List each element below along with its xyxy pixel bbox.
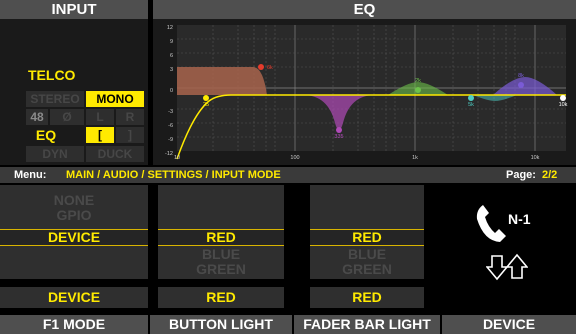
eq-panel: 12 9 6 3 0 -3 -6 -9 -12 10 100 1k 10k 6k 25 335 2k 5k 8k 1… [153, 19, 576, 165]
button-light-button[interactable]: BUTTON LIGHT [150, 315, 292, 334]
eq-graph[interactable]: 12 9 6 3 0 -3 -6 -9 -1210 100 1k 10k 6k 25 335 2k 5k 8k 1… [153, 19, 576, 165]
option-gpio[interactable]: GPIO [0, 208, 148, 223]
eq-band-point[interactable] [203, 95, 209, 101]
menu-path: MAIN / AUDIO / SETTINGS / INPUT MODE [66, 169, 281, 181]
phone-icon [476, 205, 506, 242]
y-tick-label: 6 [170, 53, 173, 59]
y-tick-label: -6 [168, 123, 173, 129]
x-tick-label: 10k [531, 155, 540, 161]
button-light-column[interactable]: RED BLUE GREEN RED BUTTON LIGHT [150, 185, 292, 334]
option-red[interactable]: RED [310, 229, 424, 246]
y-tick-label: -3 [168, 109, 173, 115]
f1-mode-column[interactable]: NONE GPIO DEVICE DEVICE F1 MODE [0, 185, 148, 334]
menu-bar: Menu: MAIN / AUDIO / SETTINGS / INPUT MO… [0, 167, 576, 183]
dyn-button[interactable]: DYN [26, 146, 84, 162]
eq-band-label: 2k [415, 78, 421, 84]
option-blue[interactable]: BLUE [158, 247, 284, 262]
button-light-list[interactable]: RED BLUE GREEN [158, 185, 284, 279]
eq-band-point[interactable] [415, 87, 421, 93]
x-tick-label: 100 [290, 155, 299, 161]
eq-band-label: 335 [334, 134, 343, 140]
duck-button[interactable]: DUCK [86, 146, 144, 162]
y-tick-label: 3 [170, 67, 173, 73]
f1-mode-button[interactable]: F1 MODE [0, 315, 148, 334]
input-header: INPUT [0, 0, 148, 19]
eq-band-label: 25 [203, 102, 209, 108]
down-arrow-icon [486, 255, 508, 281]
phase-button[interactable]: Ø [50, 109, 84, 125]
mono-button[interactable]: MONO [86, 91, 144, 107]
eq-band-label: 8k [518, 73, 524, 79]
eq-band-point[interactable] [258, 64, 264, 70]
y-tick-label: 0 [170, 88, 173, 94]
device-button[interactable]: DEVICE [442, 315, 576, 334]
option-green[interactable]: GREEN [158, 262, 284, 277]
y-tick-label: 9 [170, 39, 173, 45]
telco-label: TELCO [28, 67, 76, 83]
fader-bar-light-button[interactable]: FADER BAR LIGHT [294, 315, 440, 334]
fader-bar-light-value: RED [310, 287, 424, 308]
option-green[interactable]: GREEN [310, 262, 424, 277]
eq-toggle-close[interactable]: ] [116, 127, 144, 143]
f1-mode-list[interactable]: NONE GPIO DEVICE [0, 185, 148, 279]
eq-label: EQ [35, 127, 57, 143]
y-tick-label: -9 [168, 137, 173, 143]
eq-band-label: 5k [468, 102, 474, 108]
up-arrow-icon [506, 253, 528, 279]
eq-header: EQ [153, 0, 576, 19]
menu-prefix: Menu: [14, 169, 47, 181]
fader-bar-light-list[interactable]: RED BLUE GREEN [310, 185, 424, 279]
y-tick-label: -12 [165, 151, 173, 157]
page-label: Page: [506, 169, 536, 181]
f1-mode-value: DEVICE [0, 287, 148, 308]
eq-band-point[interactable] [336, 127, 342, 133]
page-value: 2/2 [542, 169, 558, 181]
device-column[interactable]: N-1 DEVICE [442, 185, 576, 334]
eq-toggle-open[interactable]: [ [86, 127, 114, 143]
option-blue[interactable]: BLUE [310, 247, 424, 262]
eq-band-point[interactable] [560, 95, 566, 101]
y-tick-label: 12 [167, 25, 173, 31]
option-device[interactable]: DEVICE [0, 229, 148, 246]
left-button[interactable]: L [86, 109, 114, 125]
48v-button[interactable]: 48 [26, 109, 48, 125]
stereo-button[interactable]: STEREO [26, 91, 84, 107]
x-tick-label: 1k [412, 155, 418, 161]
eq-band-label: 6k [267, 65, 273, 71]
eq-band-point[interactable] [468, 95, 474, 101]
fader-bar-light-column[interactable]: RED BLUE GREEN RED FADER BAR LIGHT [294, 185, 440, 334]
n1-label: N-1 [508, 211, 531, 227]
button-light-value: RED [158, 287, 284, 308]
option-red[interactable]: RED [158, 229, 284, 246]
eq-band-label: 10k [559, 102, 568, 108]
eq-band-point[interactable] [518, 82, 524, 88]
x-tick-label: 10 [174, 155, 180, 161]
option-none[interactable]: NONE [0, 193, 148, 208]
right-button[interactable]: R [116, 109, 144, 125]
input-panel: TELCO STEREO MONO 48 Ø L R EQ [ ] DYN DU… [0, 19, 148, 165]
